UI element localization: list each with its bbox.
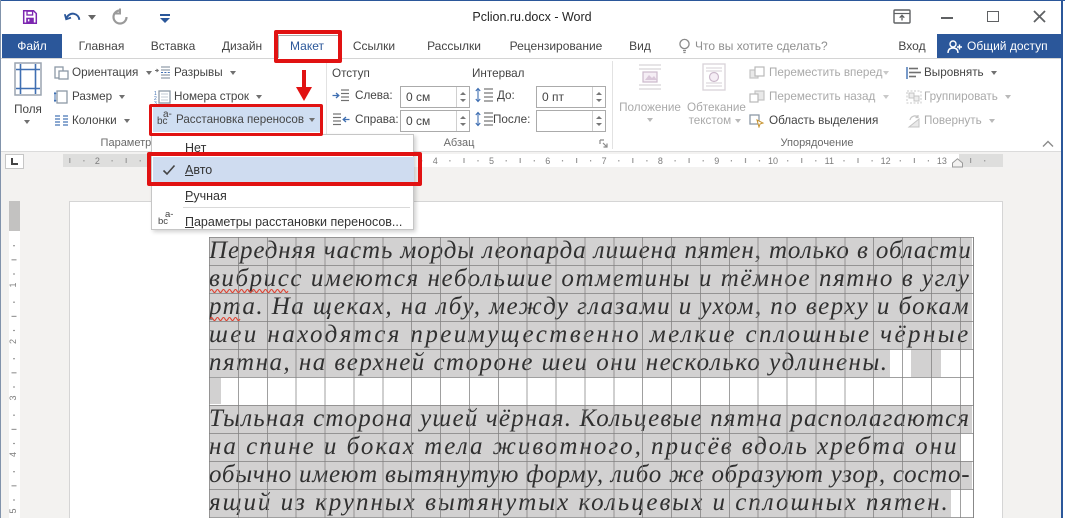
svg-text:5: 5: [489, 156, 494, 166]
svg-text:12: 12: [881, 156, 891, 166]
svg-text:11: 11: [825, 156, 834, 166]
svg-text:4: 4: [433, 156, 438, 166]
svg-text:7: 7: [602, 156, 607, 166]
svg-text:5: 5: [8, 508, 18, 513]
svg-text:3: 3: [8, 395, 18, 400]
svg-text:10: 10: [768, 156, 778, 166]
svg-text:6: 6: [545, 156, 550, 166]
svg-text:8: 8: [658, 156, 663, 166]
svg-text:9: 9: [714, 156, 719, 166]
svg-text:2: 2: [8, 339, 18, 344]
svg-text:4: 4: [8, 452, 18, 457]
svg-text:13: 13: [937, 156, 947, 166]
svg-text:2: 2: [95, 156, 100, 166]
svg-text:1: 1: [8, 282, 18, 287]
